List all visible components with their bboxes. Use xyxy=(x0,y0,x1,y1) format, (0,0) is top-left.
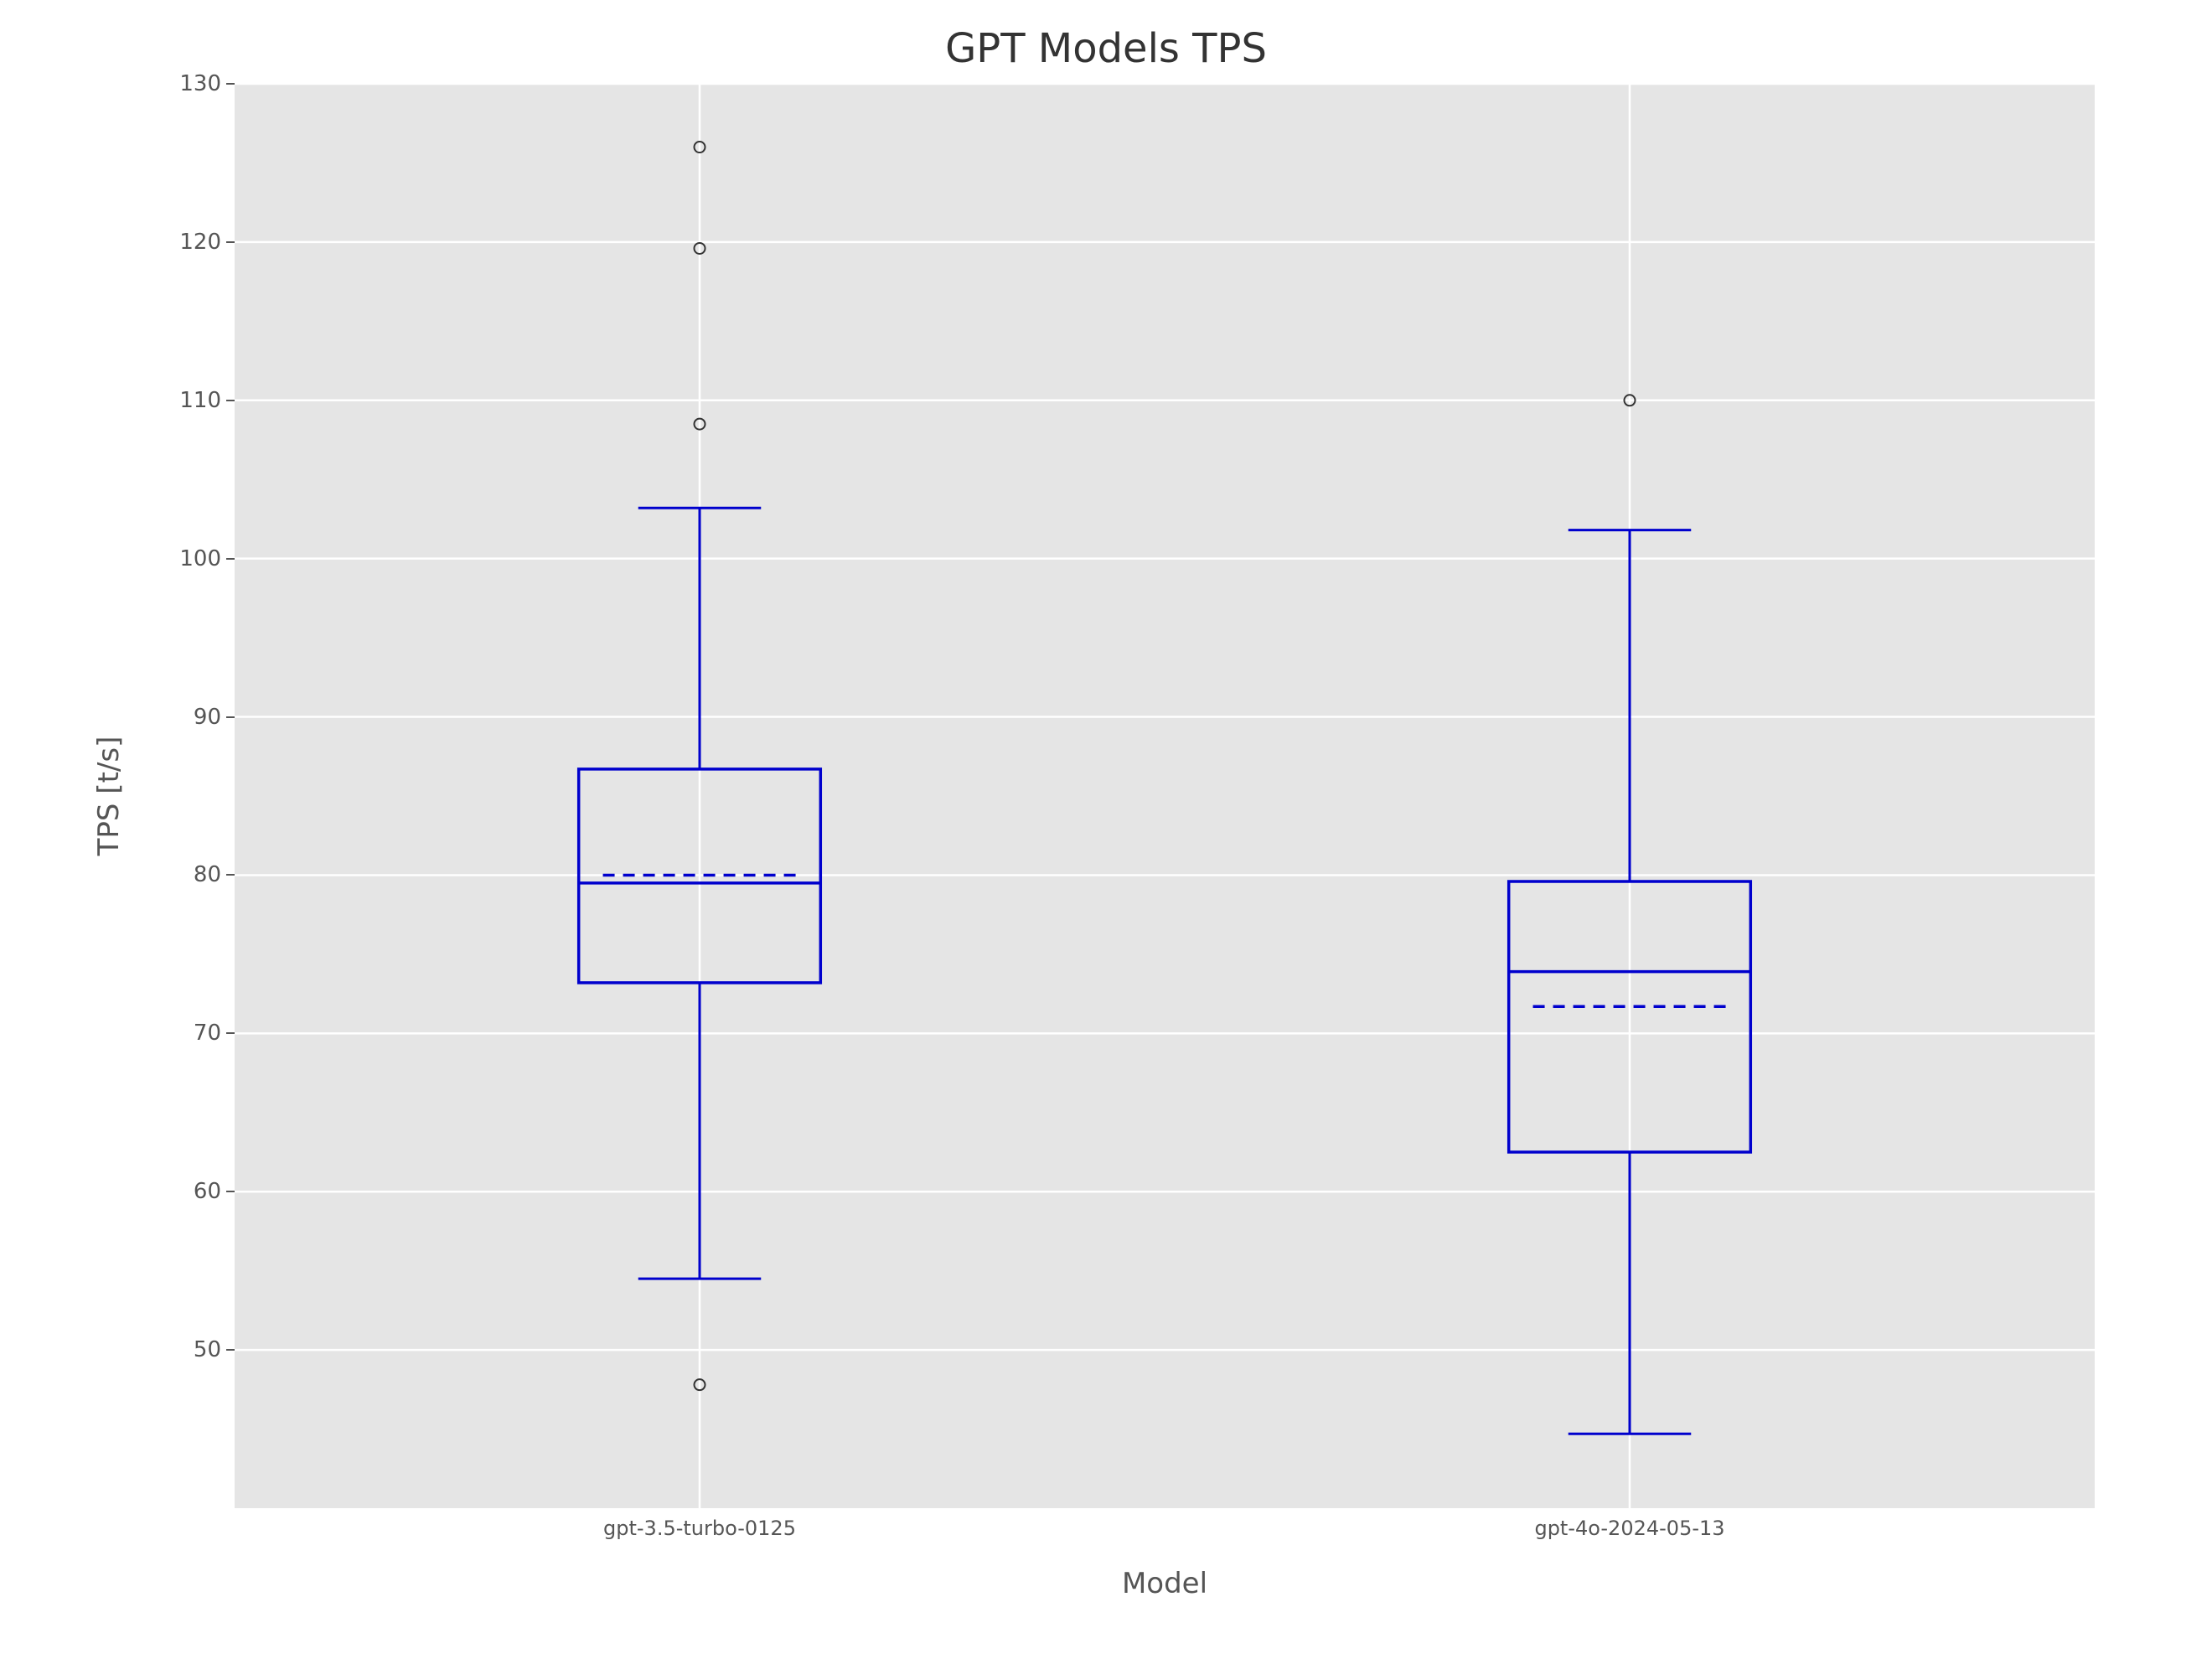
y-tick-mark xyxy=(226,874,235,876)
y-tick-mark xyxy=(226,1032,235,1034)
x-tick-label: gpt-3.5-turbo-0125 xyxy=(603,1517,796,1540)
y-tick-mark xyxy=(226,1191,235,1192)
figure: GPT Models TPS TPS [t/s] Model 50 60 70 80 9… xyxy=(0,0,2212,1659)
y-tick-mark xyxy=(226,83,235,85)
y-tick-label: 50 xyxy=(194,1337,221,1362)
x-tick-label: gpt-4o-2024-05-13 xyxy=(1534,1517,1724,1540)
y-tick-label: 130 xyxy=(179,71,221,96)
y-tick-label: 110 xyxy=(179,388,221,413)
y-tick-label: 60 xyxy=(194,1179,221,1204)
y-tick-mark xyxy=(226,400,235,401)
plot-area xyxy=(235,84,2095,1508)
y-tick-label: 80 xyxy=(194,862,221,887)
x-axis-label: Model xyxy=(235,1567,2095,1600)
y-tick-mark xyxy=(226,241,235,243)
y-tick-mark xyxy=(226,558,235,560)
y-axis-label: TPS [t/s] xyxy=(92,736,126,856)
chart-title: GPT Models TPS xyxy=(0,25,2212,72)
y-tick-label: 120 xyxy=(179,230,221,255)
y-tick-label: 70 xyxy=(194,1021,221,1046)
y-tick-mark xyxy=(226,716,235,718)
plot-svg xyxy=(235,84,2095,1508)
y-tick-mark xyxy=(226,1349,235,1351)
y-tick-label: 90 xyxy=(194,705,221,730)
y-tick-label: 100 xyxy=(179,546,221,571)
